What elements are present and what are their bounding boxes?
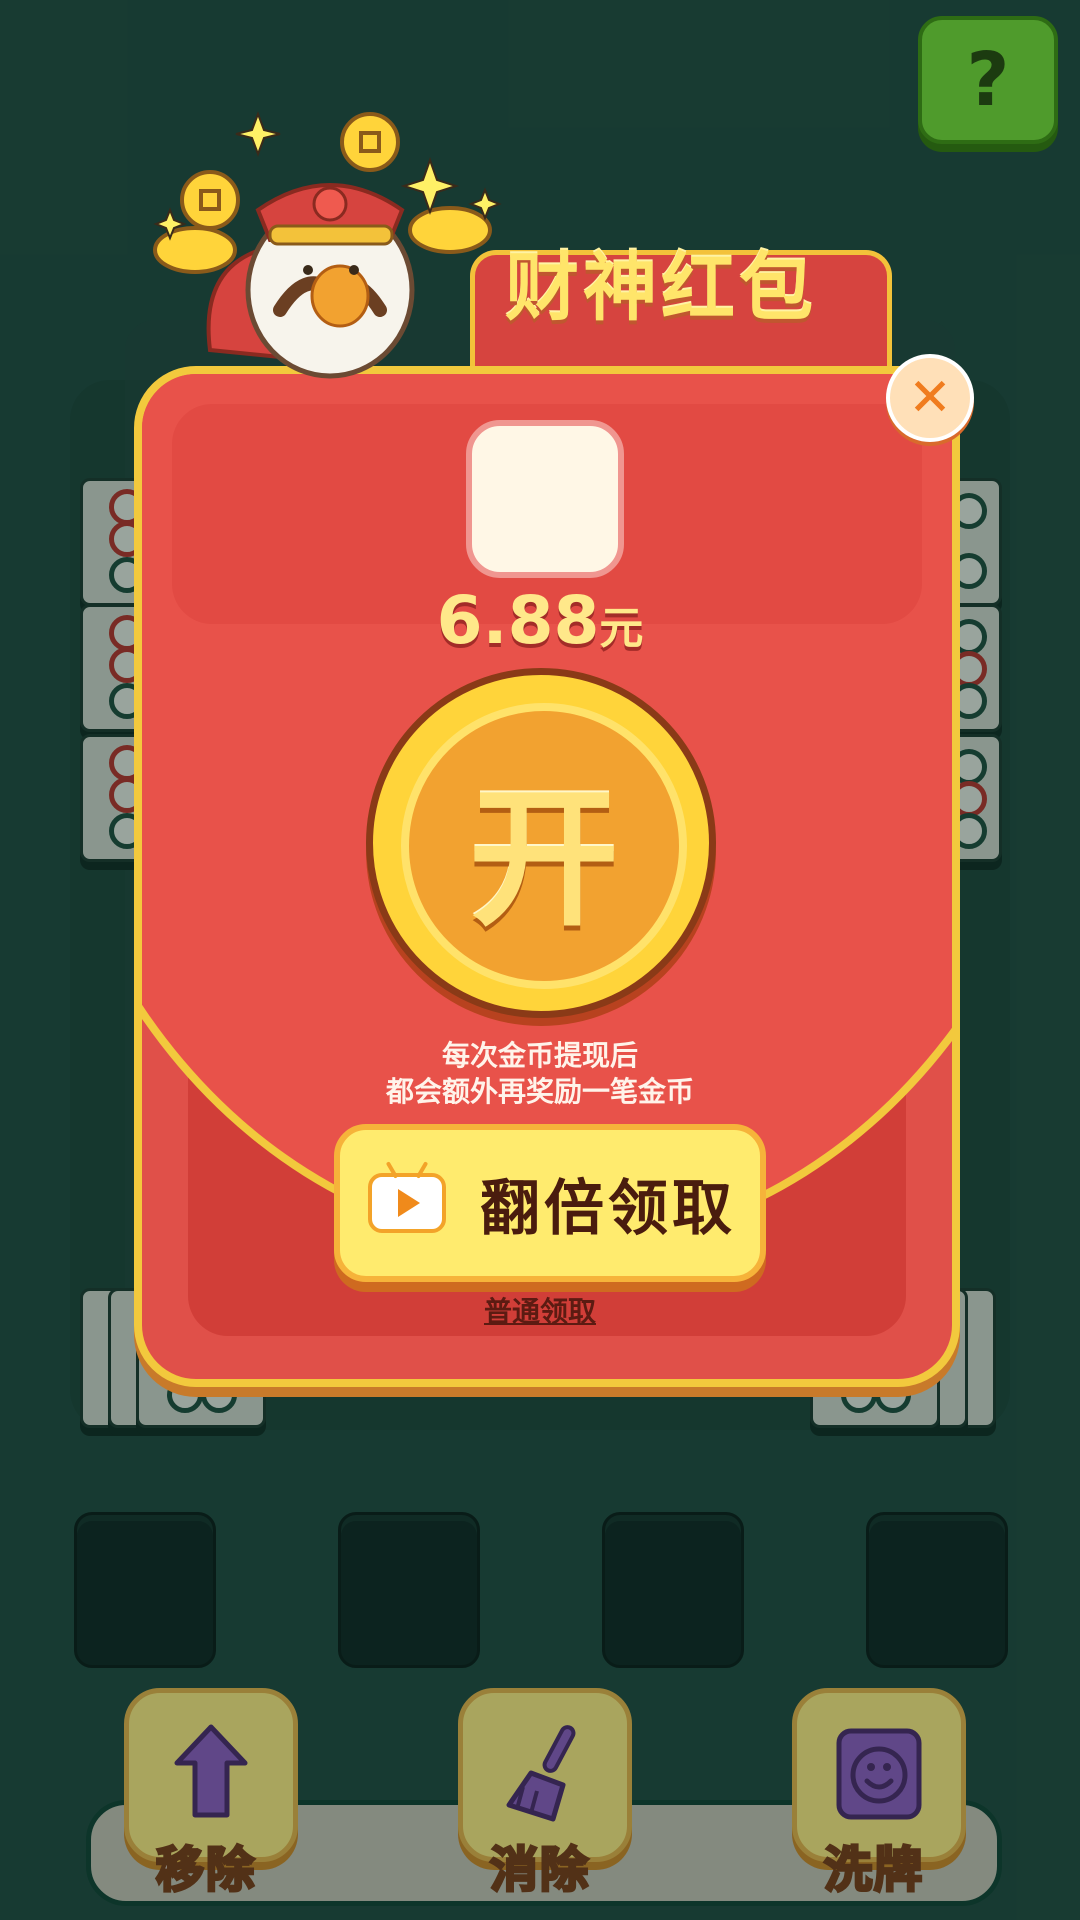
reward-amount: 6.88元: [340, 582, 740, 659]
normal-claim-link[interactable]: 普通领取: [470, 1290, 610, 1330]
packet-title: 财神红包: [505, 245, 817, 331]
video-play-icon: [368, 1173, 446, 1233]
reward-amount-value: 6.88: [436, 582, 600, 659]
double-claim-button[interactable]: 翻倍领取: [334, 1124, 766, 1282]
open-button-ring: 开: [401, 703, 687, 989]
help-button[interactable]: ?: [918, 16, 1058, 144]
help-label: ?: [966, 37, 1010, 123]
info-text-line1: 每次金币提现后: [441, 1039, 638, 1072]
close-button[interactable]: ✕: [886, 354, 974, 442]
close-icon: ✕: [908, 368, 952, 428]
info-text-line2: 都会额外再奖励一笔金币: [385, 1075, 694, 1108]
reward-amount-unit: 元: [599, 603, 644, 654]
open-button[interactable]: 开: [366, 668, 716, 1018]
open-button-label: 开: [468, 772, 619, 947]
double-claim-label: 翻倍领取: [480, 1173, 736, 1244]
god-of-wealth-mascot: [153, 111, 502, 379]
reward-icon-box: [466, 420, 624, 578]
